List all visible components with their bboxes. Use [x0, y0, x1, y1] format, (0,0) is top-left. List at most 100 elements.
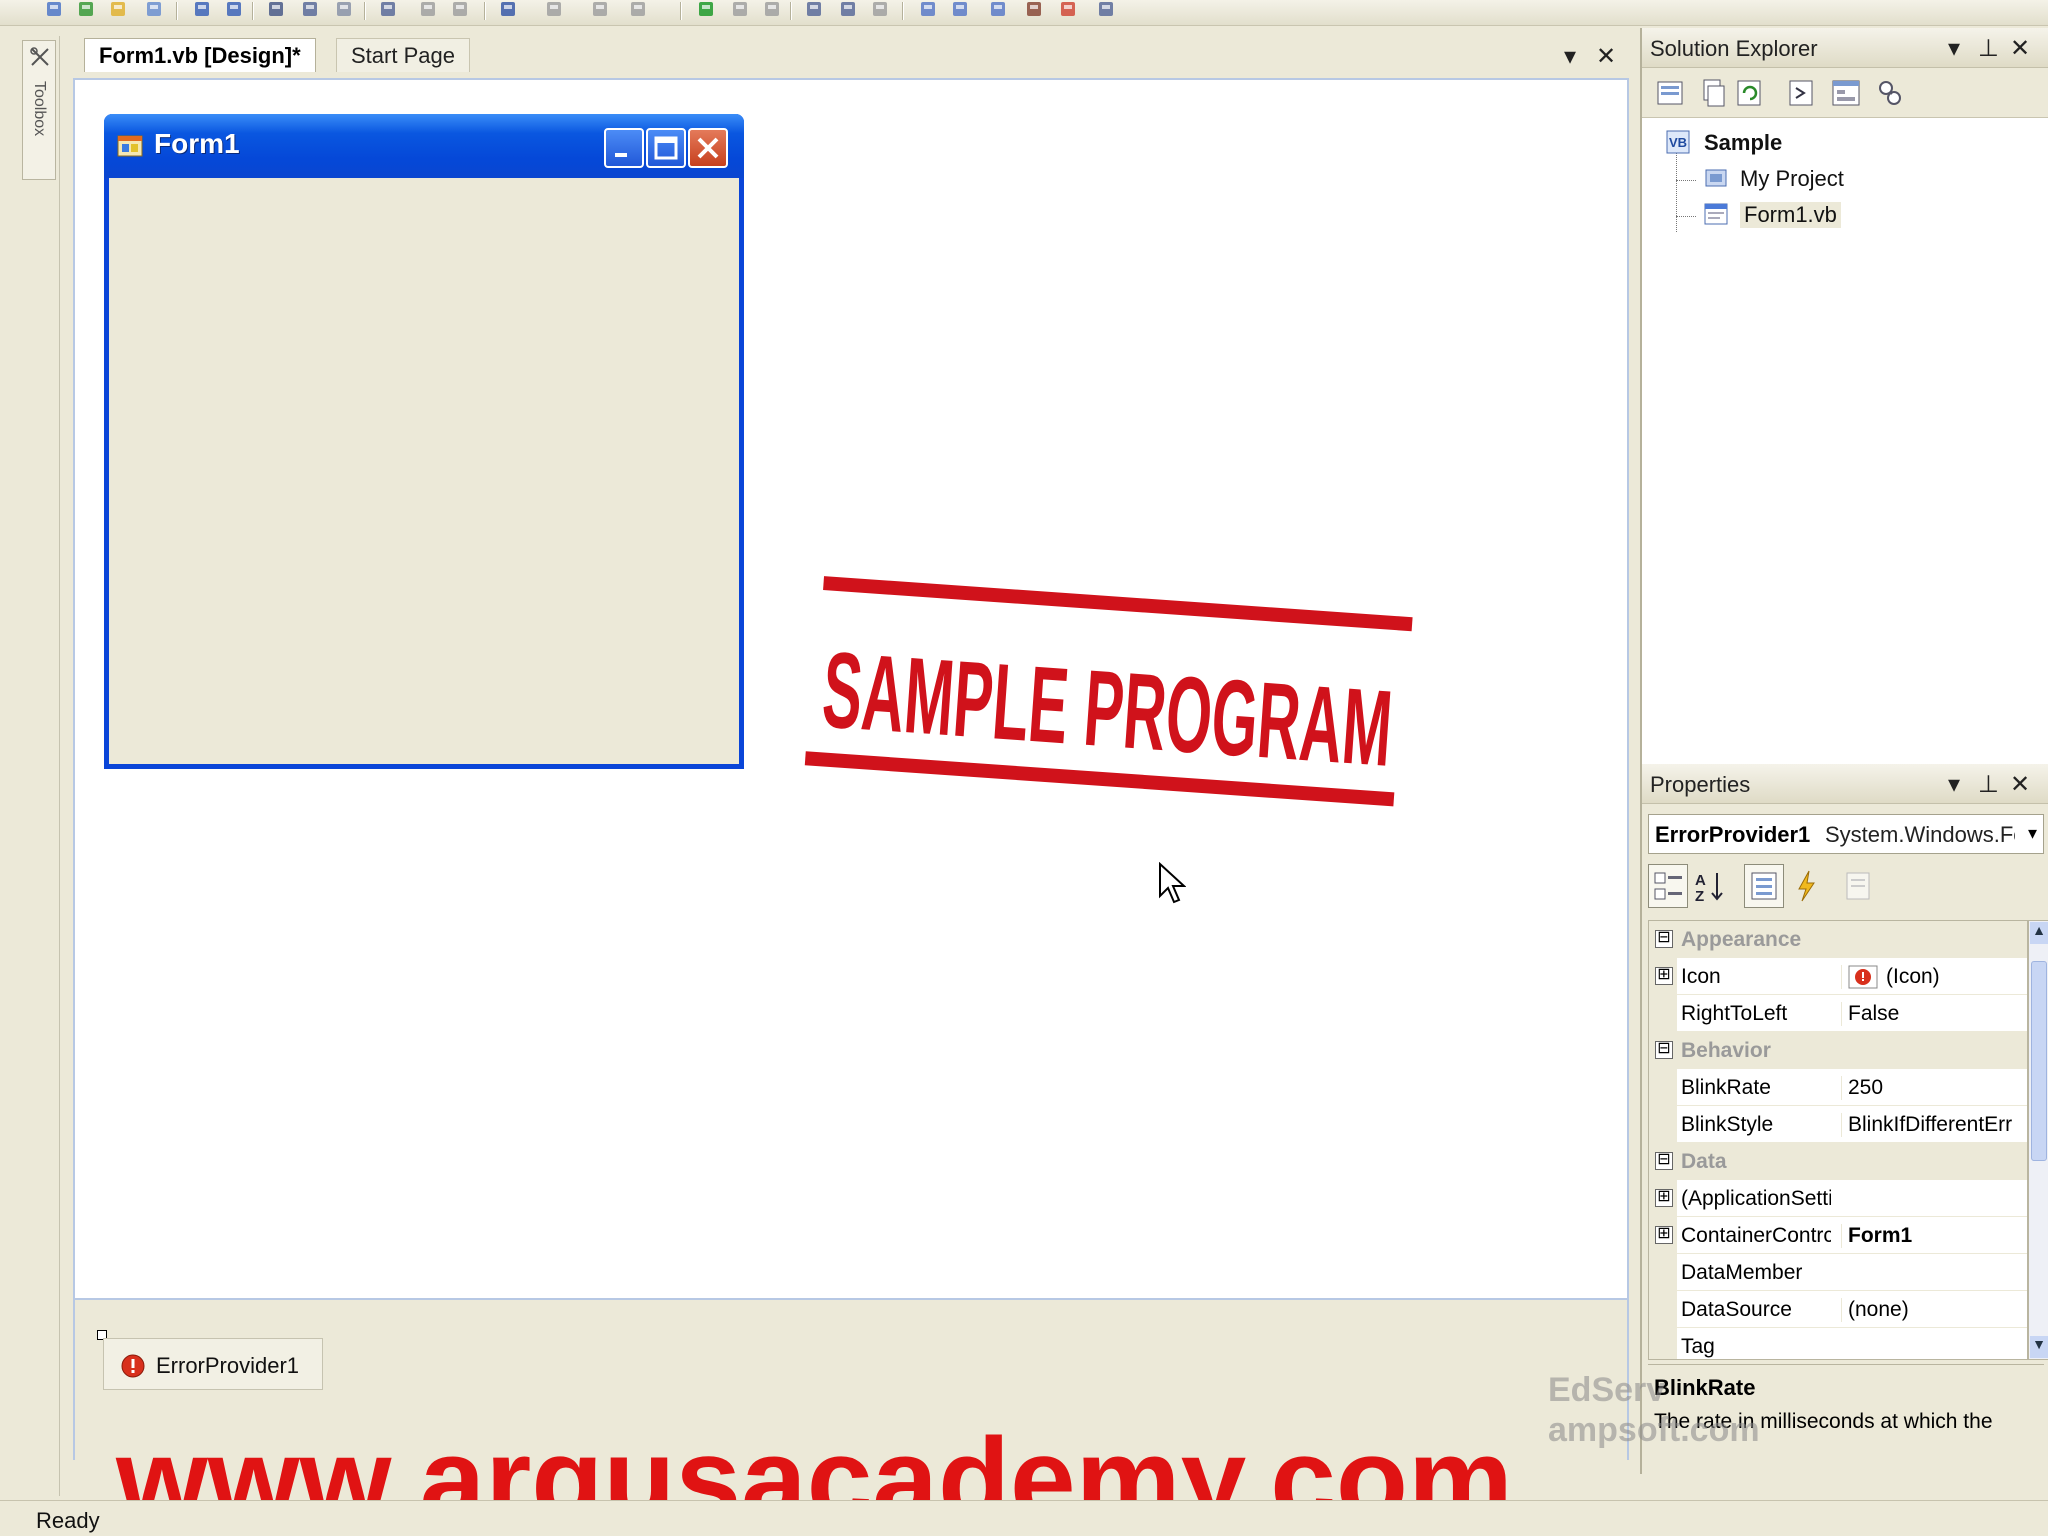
property-row[interactable]: ⊞ ContainerContrc Form1: [1649, 1217, 2027, 1254]
alphabetical-button[interactable]: AZ: [1690, 864, 1730, 908]
row-gutter: [1649, 995, 1677, 1032]
step-out-icon[interactable]: [866, 0, 894, 20]
solution-explorer-icon[interactable]: [914, 0, 942, 20]
minimize-button[interactable]: [604, 128, 644, 168]
more-icon[interactable]: [1092, 0, 1120, 20]
save-all-icon[interactable]: [220, 0, 248, 20]
expand-icon[interactable]: ⊞: [1655, 967, 1673, 985]
errorprovider1-component[interactable]: ErrorProvider1: [103, 1338, 323, 1390]
close-document-icon[interactable]: ✕: [1596, 42, 1616, 71]
collapse-icon[interactable]: ⊟: [1655, 1041, 1673, 1059]
view-code-button[interactable]: [1784, 76, 1820, 110]
expand-icon[interactable]: ⊞: [1655, 1189, 1673, 1207]
scroll-up-icon[interactable]: ▲: [2030, 922, 2048, 944]
collapse-icon[interactable]: ⊟: [1655, 930, 1673, 948]
property-row[interactable]: BlinkStyle BlinkIfDifferentErr: [1649, 1106, 2027, 1143]
class-diagram-button[interactable]: [1872, 76, 1908, 110]
tab-start-page[interactable]: Start Page: [336, 38, 470, 72]
uncomment-icon[interactable]: [446, 0, 474, 20]
property-row[interactable]: RightToLeft False: [1649, 995, 2027, 1032]
tree-item-my-project[interactable]: My Project: [1740, 166, 1844, 192]
expand-icon[interactable]: ⊞: [1655, 1226, 1673, 1244]
undo-icon[interactable]: [494, 0, 522, 20]
scroll-down-icon[interactable]: ▼: [2030, 1336, 2048, 1358]
step-over-icon[interactable]: [834, 0, 862, 20]
properties-view-button[interactable]: [1744, 864, 1784, 908]
auto-hide-pin-icon[interactable]: ⊥: [1978, 770, 1999, 799]
new-project-icon[interactable]: [40, 0, 68, 20]
error-list-icon[interactable]: [1054, 0, 1082, 20]
copy-icon[interactable]: [296, 0, 324, 20]
add-item-icon[interactable]: [72, 0, 100, 20]
new-project-icon-glyph: [47, 2, 61, 16]
stop-icon[interactable]: [758, 0, 786, 20]
property-category-row[interactable]: ⊟ Behavior: [1649, 1032, 2027, 1069]
auto-hide-pin-icon[interactable]: ⊥: [1978, 34, 1999, 63]
window-position-dropdown-icon[interactable]: ▾: [1948, 34, 1960, 63]
property-value[interactable]: (Icon): [1841, 965, 2025, 990]
property-pages-button[interactable]: [1838, 864, 1878, 908]
close-button[interactable]: [688, 128, 728, 168]
toolbox-label: Toolbox: [31, 81, 48, 137]
step-into-icon[interactable]: [800, 0, 828, 20]
property-row[interactable]: Tag: [1649, 1328, 2027, 1359]
property-value[interactable]: BlinkIfDifferentErr: [1841, 1113, 2025, 1137]
property-row[interactable]: BlinkRate 250: [1649, 1069, 2027, 1106]
events-button[interactable]: [1786, 864, 1826, 908]
property-row[interactable]: ⊞ Icon (Icon): [1649, 958, 2027, 995]
collapse-icon[interactable]: ⊟: [1655, 1152, 1673, 1170]
scroll-thumb[interactable]: [2031, 961, 2047, 1161]
property-category-row[interactable]: ⊟ Data: [1649, 1143, 2027, 1180]
save-icon[interactable]: [188, 0, 216, 20]
cut-icon[interactable]: [262, 0, 290, 20]
property-value[interactable]: False: [1841, 1002, 2025, 1026]
form1-window[interactable]: Form1: [104, 114, 744, 769]
property-row[interactable]: DataSource (none): [1649, 1291, 2027, 1328]
maximize-button[interactable]: [646, 128, 686, 168]
row-gutter: [1649, 1291, 1677, 1328]
object-selector-dropdown[interactable]: ErrorProvider1 System.Windows.Fc ▾: [1648, 814, 2044, 854]
refresh-button[interactable]: [1732, 76, 1768, 110]
form1-titlebar[interactable]: Form1: [104, 114, 744, 178]
close-panel-icon[interactable]: ✕: [2010, 34, 2030, 63]
window-position-dropdown-icon[interactable]: ▾: [1948, 770, 1960, 799]
close-panel-icon[interactable]: ✕: [2010, 770, 2030, 799]
properties-icon[interactable]: [946, 0, 974, 20]
toolbar-separator: [902, 2, 904, 20]
add-new-item-icon[interactable]: [140, 0, 168, 20]
tree-item-sample-project[interactable]: Sample: [1704, 130, 1782, 156]
tree-item-form1-vb[interactable]: Form1.vb: [1740, 202, 1841, 228]
property-row[interactable]: ⊞ (ApplicationSetti: [1649, 1180, 2027, 1217]
property-grid-scrollbar[interactable]: ▲ ▼: [2028, 920, 2048, 1360]
pause-icon[interactable]: [726, 0, 754, 20]
paste-icon-glyph: [337, 2, 351, 16]
open-folder-icon[interactable]: [104, 0, 132, 20]
view-designer-button[interactable]: [1828, 76, 1864, 110]
object-browser-icon[interactable]: [984, 0, 1012, 20]
active-files-dropdown-icon[interactable]: ▾: [1564, 42, 1576, 71]
toolbox-icon[interactable]: [1020, 0, 1048, 20]
tab-form1-design[interactable]: Form1.vb [Design]*: [84, 38, 316, 72]
property-name: DataSource: [1681, 1298, 1792, 1321]
start-debug-icon[interactable]: [692, 0, 720, 20]
toolbox-tab[interactable]: Toolbox: [22, 40, 56, 180]
property-category-row[interactable]: ⊟ Appearance: [1649, 921, 2027, 958]
comment-icon[interactable]: [414, 0, 442, 20]
property-value[interactable]: 250: [1841, 1076, 2025, 1100]
paste-icon[interactable]: [330, 0, 358, 20]
categorized-icon: [1654, 872, 1682, 900]
navigate-forward-icon[interactable]: [624, 0, 652, 20]
properties-button[interactable]: [1652, 76, 1688, 110]
property-grid[interactable]: ⊟ Appearance ⊞ Icon (Icon) RightToLeft False ⊟ B…: [1648, 920, 2028, 1360]
property-value[interactable]: (none): [1841, 1298, 2025, 1322]
categorized-button[interactable]: [1648, 864, 1688, 908]
property-name: Data: [1681, 1150, 1727, 1173]
navigate-back-icon[interactable]: [586, 0, 614, 20]
find-icon[interactable]: [374, 0, 402, 20]
my-project-icon: [1705, 169, 1727, 187]
property-row[interactable]: DataMember: [1649, 1254, 2027, 1291]
show-all-files-button[interactable]: [1696, 76, 1732, 110]
toolbar-separator: [252, 2, 254, 20]
property-value[interactable]: Form1: [1841, 1224, 2025, 1248]
redo-icon[interactable]: [540, 0, 568, 20]
